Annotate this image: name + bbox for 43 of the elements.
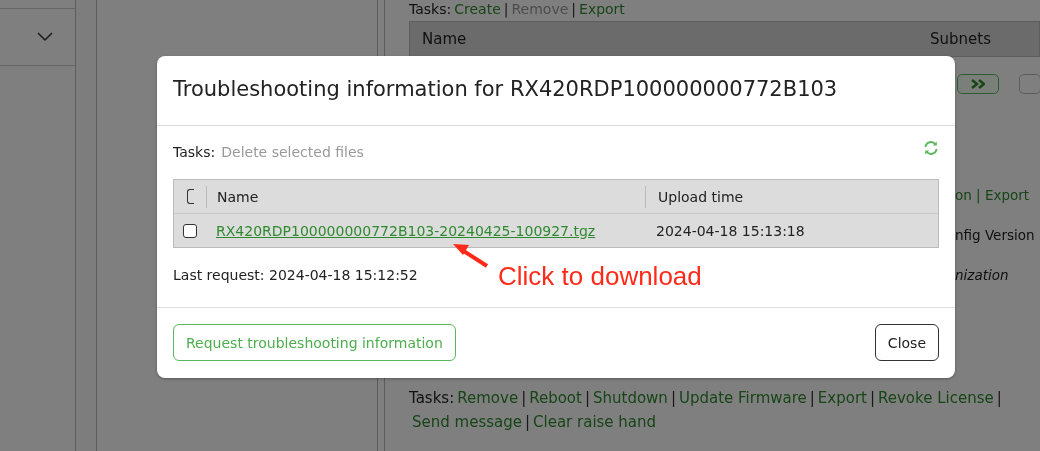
chevron-down-icon[interactable] [37,32,53,42]
task-link[interactable]: Clear raise hand [533,413,657,431]
annotation-text: Click to download [498,261,702,292]
separator: | [521,389,527,407]
dialog-title: Troubleshooting information for RX420RDP100000000772B103 [157,56,955,126]
request-button[interactable]: Request troubleshooting information [173,324,456,361]
tasks-label: Tasks: [409,389,455,407]
annotation-arrow [453,242,489,268]
separator: | [670,389,676,407]
select-all-checkbox[interactable] [186,189,194,204]
task-link[interactable]: Create [454,1,501,17]
forward-button[interactable] [957,74,999,94]
last-request-text: Last request: 2024-04-18 15:12:52 [173,267,418,283]
row-checkbox[interactable] [183,223,197,238]
refresh-icon[interactable] [923,140,939,156]
close-button[interactable]: Close [874,324,939,361]
tasks-label: Tasks: [409,1,452,17]
separator: | [869,389,875,407]
task-link[interactable]: Send message [412,413,522,431]
double-chevron-icon [971,79,985,89]
column-header: Name [422,30,467,48]
task-link[interactable]: Shutdown [593,389,668,407]
partial-text: nization [955,267,1010,285]
task-link[interactable]: Reboot [529,389,582,407]
task-link[interactable]: Export [817,389,867,407]
task-link[interactable]: Remove [457,389,519,407]
table-cell-text: 2024-04-18 15:13:18 [655,222,806,239]
separator: | [584,389,590,407]
task-link[interactable]: Update Firmware [678,389,807,407]
separator: | [524,413,531,431]
separator: | [503,1,509,17]
column-header: Subnets [930,30,991,48]
separator: | [996,389,1002,407]
separator: | [571,1,577,17]
separator: | [809,389,815,407]
task-link[interactable]: Export [579,1,625,17]
column-header: Upload time [657,188,745,205]
partial-text: on | Export [955,187,1031,205]
column-header: Name [207,185,646,208]
tasks-label: Tasks: [173,144,216,160]
file-link[interactable]: RX420RDP100000000772B103-20240425-100927.tgz [216,222,596,239]
partial-text: nfig Version [955,227,1036,245]
task-link[interactable]: Revoke License [878,389,994,407]
